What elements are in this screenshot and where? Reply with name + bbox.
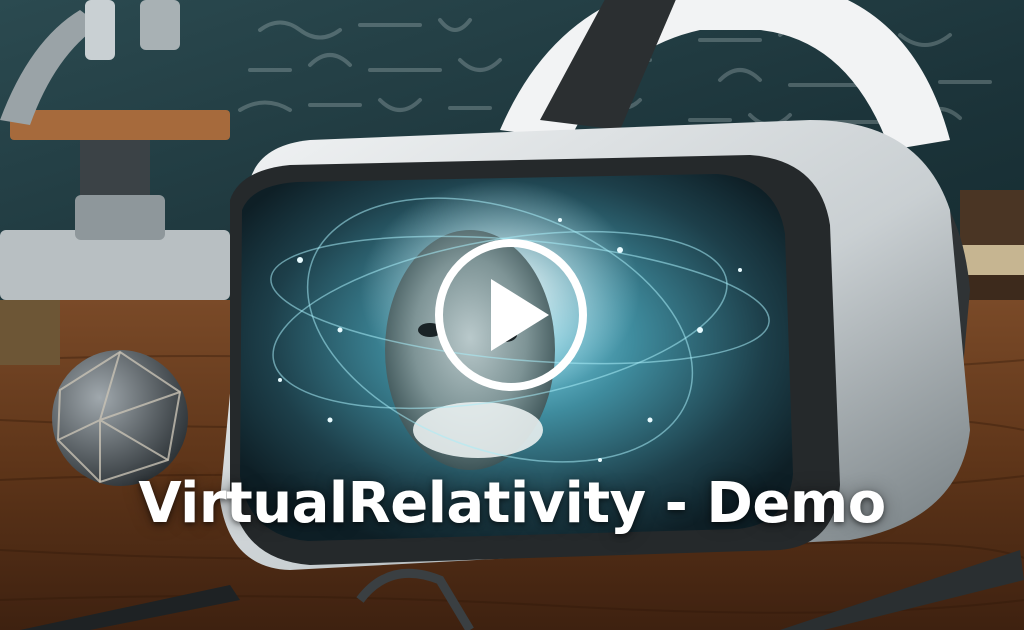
- video-title: VirtualRelativity - Demo: [138, 471, 886, 536]
- video-thumbnail[interactable]: VirtualRelativity - Demo: [0, 0, 1024, 630]
- play-button[interactable]: [433, 237, 589, 393]
- play-icon: [435, 239, 587, 391]
